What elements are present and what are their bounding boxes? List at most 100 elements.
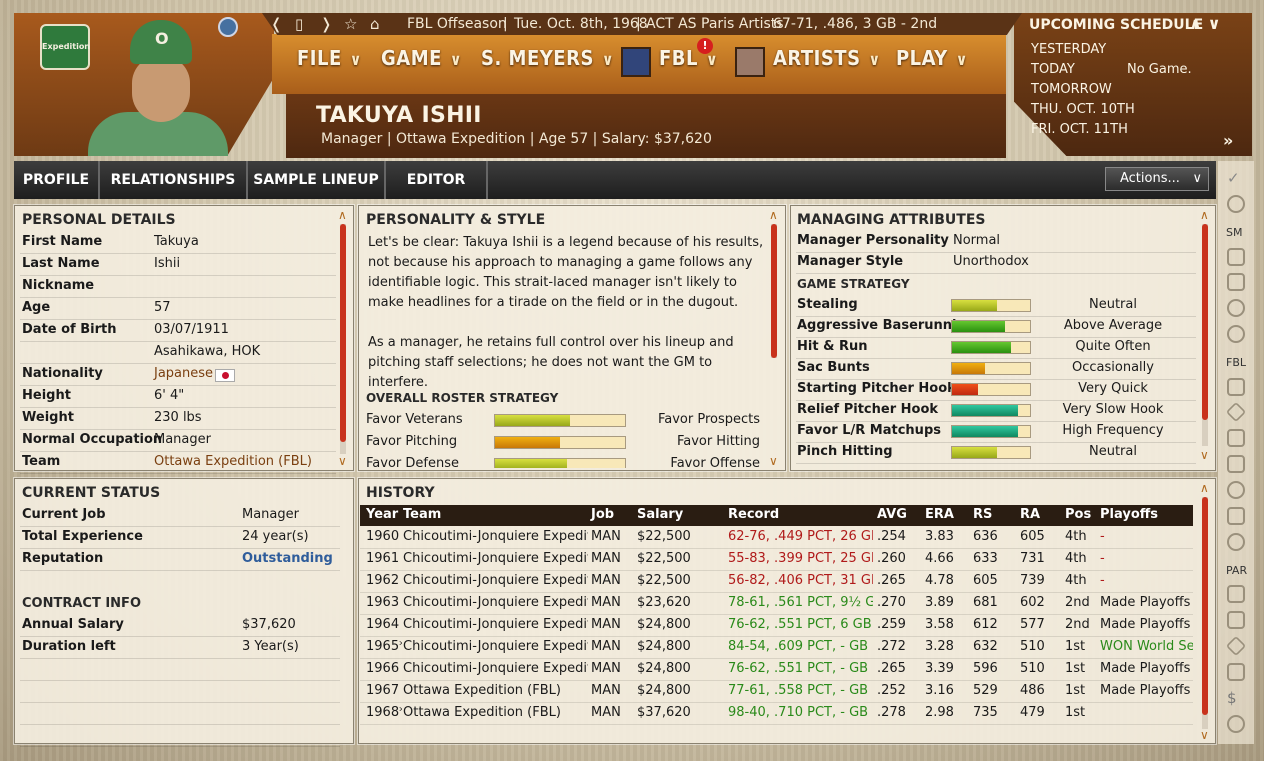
scrollbar-thumb[interactable] <box>340 224 346 442</box>
table-cell: Made Playoffs <box>1100 595 1191 610</box>
alert-badge[interactable]: ! <box>697 38 713 54</box>
scroll-up-icon[interactable]: ∧ <box>338 208 347 222</box>
contract-value: 3 Year(s) <box>242 639 299 654</box>
scrollbar-thumb[interactable] <box>771 224 777 358</box>
personality-line: make headlines for a tirade on the field… <box>368 295 739 310</box>
forward-icon[interactable]: ❭ <box>320 15 333 33</box>
detail-link[interactable]: Japanese <box>154 366 213 381</box>
home-icon[interactable]: ⌂ <box>370 15 380 33</box>
transaction-icon[interactable] <box>1227 507 1245 525</box>
divider <box>796 400 1196 401</box>
menu-play[interactable]: PLAY ∨ <box>896 46 968 70</box>
menu-manager-label: S. MEYERS <box>481 46 594 70</box>
menu-fbl-label: FBL <box>659 46 698 70</box>
table-cell: WON World Ser <box>1100 639 1193 654</box>
table-cell: $22,500 <box>637 529 691 544</box>
column-header[interactable]: Year <box>366 507 398 522</box>
scroll-up-icon[interactable]: ∧ <box>769 208 778 222</box>
menu-file[interactable]: FILE ∨ <box>297 46 362 70</box>
column-header[interactable]: AVG <box>877 507 907 522</box>
home-icon[interactable] <box>1227 248 1245 266</box>
scrollbar-thumb[interactable] <box>1202 224 1208 420</box>
table-cell: 1964 <box>366 617 400 632</box>
table-cell: 1968* <box>366 705 402 720</box>
table-cell: .272 <box>877 639 906 654</box>
table-cell: 2.98 <box>925 705 954 720</box>
manager-personality-value: Normal <box>953 233 1001 248</box>
tab-profile[interactable]: PROFILE <box>14 161 100 199</box>
schedule-more-icon[interactable]: » <box>1223 131 1233 150</box>
home-icon[interactable] <box>1227 378 1245 396</box>
page-icon[interactable]: ▯ <box>295 15 303 33</box>
table-cell: MAN <box>591 683 621 698</box>
detail-label: Nickname <box>22 278 95 293</box>
strategy-value: Very Quick <box>1078 381 1148 396</box>
scroll-down-icon[interactable]: ∨ <box>769 454 778 468</box>
gear-icon[interactable] <box>1227 533 1245 551</box>
star-icon[interactable]: ☆ <box>344 15 357 33</box>
column-header[interactable]: Playoffs <box>1100 507 1158 522</box>
fbl-logo-icon[interactable] <box>621 47 651 77</box>
search-icon[interactable] <box>1227 299 1245 317</box>
check-icon[interactable]: ✓ <box>1227 169 1245 187</box>
transaction-icon[interactable] <box>1227 663 1245 681</box>
strategy-value: High Frequency <box>1062 423 1164 438</box>
table-cell: - <box>1100 551 1105 566</box>
table-cell: 529 <box>973 683 998 698</box>
detail-link[interactable]: Ottawa Expedition (FBL) <box>154 454 312 469</box>
contract-label: Duration left <box>22 639 116 654</box>
home-icon[interactable] <box>1227 585 1245 603</box>
personality-line: pitching staff selections; he does not w… <box>368 355 713 370</box>
table-cell: 1960 <box>366 529 400 544</box>
acting-team[interactable]: ACT AS Paris Artists <box>646 16 784 32</box>
scrollbar-thumb[interactable] <box>1202 497 1208 715</box>
artists-logo-icon[interactable] <box>735 47 765 77</box>
scroll-down-icon[interactable]: ∨ <box>1200 448 1209 462</box>
tab-relationships[interactable]: RELATIONSHIPS <box>100 161 248 199</box>
column-header[interactable]: RA <box>1020 507 1040 522</box>
chart-icon[interactable] <box>1227 455 1245 473</box>
menu-manager[interactable]: S. MEYERS ∨ <box>481 46 614 70</box>
menu-artists[interactable]: ARTISTS ∨ <box>773 46 881 70</box>
table-cell: 1962 <box>366 573 400 588</box>
actions-dropdown[interactable]: Actions... ∨ <box>1105 167 1209 191</box>
schedule-info: No Game. <box>1127 62 1192 77</box>
column-header[interactable]: Team <box>403 507 441 522</box>
divider <box>20 341 336 342</box>
column-header[interactable]: Record <box>728 507 779 522</box>
table-cell: Chicoutimi-Jonquiere Expedit <box>403 595 588 610</box>
gear-icon[interactable] <box>1227 715 1245 733</box>
player-icon[interactable] <box>1227 611 1245 629</box>
tab-editor[interactable]: EDITOR <box>386 161 488 199</box>
strategy-label: Starting Pitcher Hook <box>797 381 956 396</box>
menu-game[interactable]: GAME ∨ <box>381 46 462 70</box>
dollar-icon[interactable]: $ <box>1227 689 1245 707</box>
table-cell: .260 <box>877 551 906 566</box>
table-cell: 632 <box>973 639 998 654</box>
scroll-down-icon[interactable]: ∨ <box>338 454 347 468</box>
table-cell: 1st <box>1065 683 1086 698</box>
table-cell: 84-54, .609 PCT, - GB <box>728 639 869 654</box>
panel-title: PERSONALITY & STYLE <box>366 212 546 228</box>
column-header[interactable]: Pos <box>1065 507 1091 522</box>
strategy-value: Quite Often <box>1075 339 1151 354</box>
column-header[interactable]: ERA <box>925 507 954 522</box>
column-header[interactable]: RS <box>973 507 992 522</box>
baseball-icon[interactable] <box>1227 481 1245 499</box>
manager-personality-label: Manager Personality <box>797 233 949 248</box>
strategy-label: Sac Bunts <box>797 360 870 375</box>
table-cell: Chicoutimi-Jonquiere Expedit <box>403 573 588 588</box>
column-header[interactable]: Salary <box>637 507 683 522</box>
schedule-scroll-arrows[interactable]: ∧ ∨ <box>1189 14 1221 33</box>
back-icon[interactable]: ❬ <box>270 15 283 33</box>
mail-icon[interactable] <box>1227 273 1245 291</box>
scroll-up-icon[interactable]: ∧ <box>1200 481 1209 495</box>
scroll-down-icon[interactable]: ∨ <box>1200 728 1209 742</box>
table-cell: 1st <box>1065 639 1086 654</box>
tab-sample-lineup[interactable]: SAMPLE LINEUP <box>248 161 386 199</box>
card-icon[interactable] <box>1227 429 1245 447</box>
globe-icon[interactable] <box>1227 195 1245 213</box>
gear-icon[interactable] <box>1227 325 1245 343</box>
scroll-up-icon[interactable]: ∧ <box>1200 208 1209 222</box>
column-header[interactable]: Job <box>591 507 614 522</box>
